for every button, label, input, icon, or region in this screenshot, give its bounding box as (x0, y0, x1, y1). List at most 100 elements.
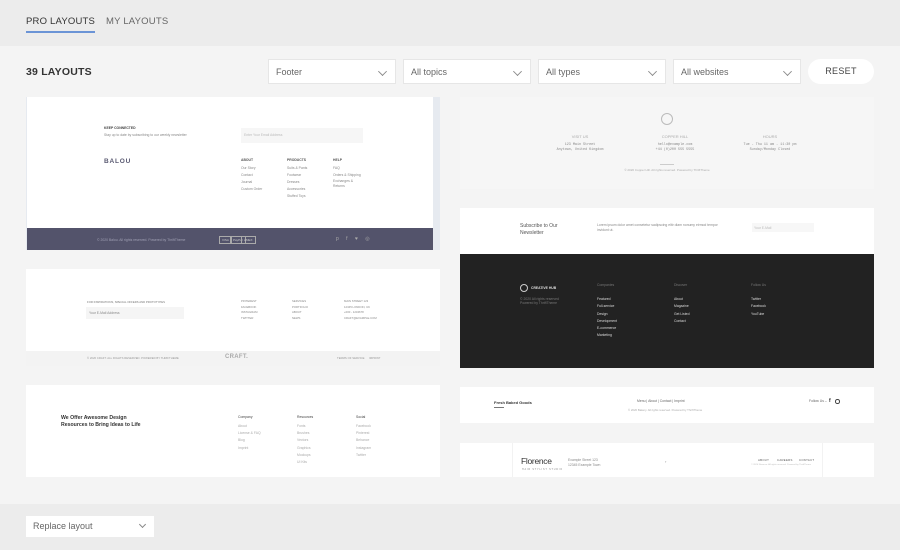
divider (512, 443, 513, 477)
link: Facebook (356, 424, 371, 428)
replace-layout-select[interactable]: Replace layout (26, 516, 154, 537)
column-title: COPPER HILL (661, 134, 689, 139)
facebook-icon: f (829, 398, 831, 404)
florence-copyright: © 2020 Florence. All rights reserved. Po… (751, 464, 811, 466)
column-line: Anytown, United Kingdom (556, 148, 604, 152)
bottom-bar: Replace layout (0, 504, 900, 550)
chevron-down-icon (138, 520, 147, 529)
chevron-down-icon (513, 67, 522, 76)
divider (494, 407, 504, 408)
link: Mockups (297, 452, 311, 457)
link: SERVICES (292, 299, 307, 303)
creativehub-newsletter-text: Lorem ipsum dolor amet consetetur sadips… (597, 223, 718, 232)
florence-nav-careers: CAREERS (777, 458, 793, 462)
layout-card-florence[interactable]: Florence HAIR STYLIST STUDIO Example Str… (460, 443, 874, 477)
design-col-resources: Resources Fonts Brushes Vectors Graphics… (297, 415, 313, 466)
layout-card-copperhill[interactable]: VISIT US 123 Main Street Anytown, United… (460, 97, 874, 189)
layout-card-bakery[interactable]: Fresh Baked Goods Menu | About | Contact… (460, 387, 874, 423)
florence-nav-about: ABOUT (758, 458, 770, 462)
social-icons: p f ♥ ◎ (336, 236, 373, 242)
website-filter-value: All websites (681, 67, 729, 77)
column-title: Companies (597, 283, 615, 287)
reset-button[interactable]: RESET (808, 59, 874, 84)
link: CRAFT@EXAMPLE.COM (344, 315, 377, 320)
column-title: PRODUCTS (287, 158, 307, 162)
link: UI Kits (297, 460, 307, 465)
florence-address-1: Example Street 123 (568, 458, 598, 462)
link: About (674, 297, 683, 301)
link: Suits & Pants (287, 166, 308, 170)
amex-icon: AMEX (241, 236, 256, 244)
balou-col-help: HELP FAQ Orders & Shipping Exchanges & R… (333, 158, 383, 189)
craft-col-1: PINTEREST FACEBOOK INSTAGRAM TWITTER (241, 299, 257, 321)
craft-logo: CRAFT. (225, 354, 249, 360)
column-title: HELP (333, 158, 343, 162)
craft-email-input: Your E-Mail Address (86, 307, 184, 319)
balou-copyright: © 2020 Balou. All rights reserved. Power… (97, 238, 186, 242)
column-line: +44 (0)200 555 5555 (655, 148, 695, 152)
link: Featured (597, 297, 611, 301)
link: Footwear (287, 173, 302, 177)
design-headline-2: Resources to Bring Ideas to Life (61, 422, 141, 428)
craft-terms-link: TERMS OF SERVICE (337, 356, 365, 360)
layouts-count: 39 LAYOUTS (26, 66, 92, 78)
column-title: Company (238, 415, 253, 419)
link: YouTube (751, 311, 765, 316)
nav-link: Contact (659, 399, 672, 403)
creativehub-dark-footer: CREATIVE HUB © 2020 All rights reserved … (460, 254, 874, 368)
link: INSTAGRAM (241, 310, 258, 315)
column-title: ABOUT (241, 158, 254, 162)
type-filter-select[interactable]: All types (538, 59, 666, 84)
creativehub-logo: CREATIVE HUB (531, 286, 557, 290)
tab-pro-layouts[interactable]: PRO LAYOUTS (26, 16, 96, 33)
creativehub-col-follow: Follow Us Twitter Facebook YouTube (751, 283, 766, 318)
chevron-down-icon (648, 67, 657, 76)
creativehub-email-placeholder: Your E-Mail (754, 226, 772, 230)
link: License & FAQ (238, 431, 261, 436)
link: Facebook (751, 304, 766, 309)
layout-card-balou[interactable]: KEEP CONNECTED Stay up to date by subscr… (26, 97, 440, 250)
creativehub-email-input: Your E-Mail (752, 223, 814, 232)
balou-logo: BALOU (104, 158, 132, 165)
creativehub-newsletter-title: Subscribe to Our Newsletter (520, 223, 558, 236)
link: E-commerce (597, 326, 617, 331)
link: Journal (241, 180, 253, 184)
nav-link: Imprint (674, 399, 685, 403)
creativehub-logo-icon (520, 284, 528, 292)
florence-icon: ↑ (665, 460, 667, 464)
copperhill-logo-icon (661, 113, 673, 125)
layout-card-craft[interactable]: FOR INSPIRATIONS, SPECIAL OFFERS AND PRO… (26, 269, 440, 366)
link: Twitter (751, 297, 761, 301)
tab-my-layouts[interactable]: MY LAYOUTS (106, 16, 168, 27)
link: Brushes (297, 431, 310, 436)
top-tab-bar: PRO LAYOUTS MY LAYOUTS (0, 0, 900, 46)
link: Dresses (287, 180, 300, 184)
link: TWITTER (241, 315, 254, 320)
florence-address-2: 12345 Example Town (568, 463, 601, 467)
category-filter-select[interactable]: Footer (268, 59, 396, 84)
type-filter-value: All types (546, 67, 581, 77)
layouts-panel: 39 LAYOUTS Footer All topics All types A… (0, 46, 900, 504)
chevron-down-icon (378, 67, 387, 76)
chevron-down-icon (783, 67, 792, 76)
column-title: Follow Us (751, 283, 766, 287)
link: Behance (356, 438, 370, 443)
layout-card-creativehub[interactable]: Subscribe to Our Newsletter Lorem ipsum … (460, 208, 874, 368)
column-line: Sunday/Monday Closed (749, 148, 791, 152)
column-title: Resources (297, 415, 314, 419)
bakery-copyright: © 2020 Bakery. All rights reserved. Powe… (628, 408, 703, 412)
craft-copyright: © 2020 CRAFT. ALL RIGHTS RESERVED. POWER… (87, 356, 179, 360)
instagram-icon (835, 399, 840, 404)
bakery-brand: Fresh Baked Goods (494, 400, 532, 405)
link: Accessories (287, 187, 306, 191)
link: Fonts (297, 424, 306, 428)
link: Pinterest (356, 431, 370, 436)
creativehub-copyright-2: Powered by ThriftTheme (520, 301, 558, 305)
craft-col-2: SERVICES PORTFOLIO ABOUT NEWS (292, 299, 308, 321)
website-filter-select[interactable]: All websites (673, 59, 801, 84)
topic-filter-select[interactable]: All topics (403, 59, 531, 84)
link: Full-service (597, 304, 615, 309)
balou-email-placeholder: Enter Your Email Address (244, 133, 283, 137)
link: Custom Order (241, 187, 263, 191)
layout-card-design[interactable]: We Offer Awesome Design Resources to Bri… (26, 385, 440, 477)
